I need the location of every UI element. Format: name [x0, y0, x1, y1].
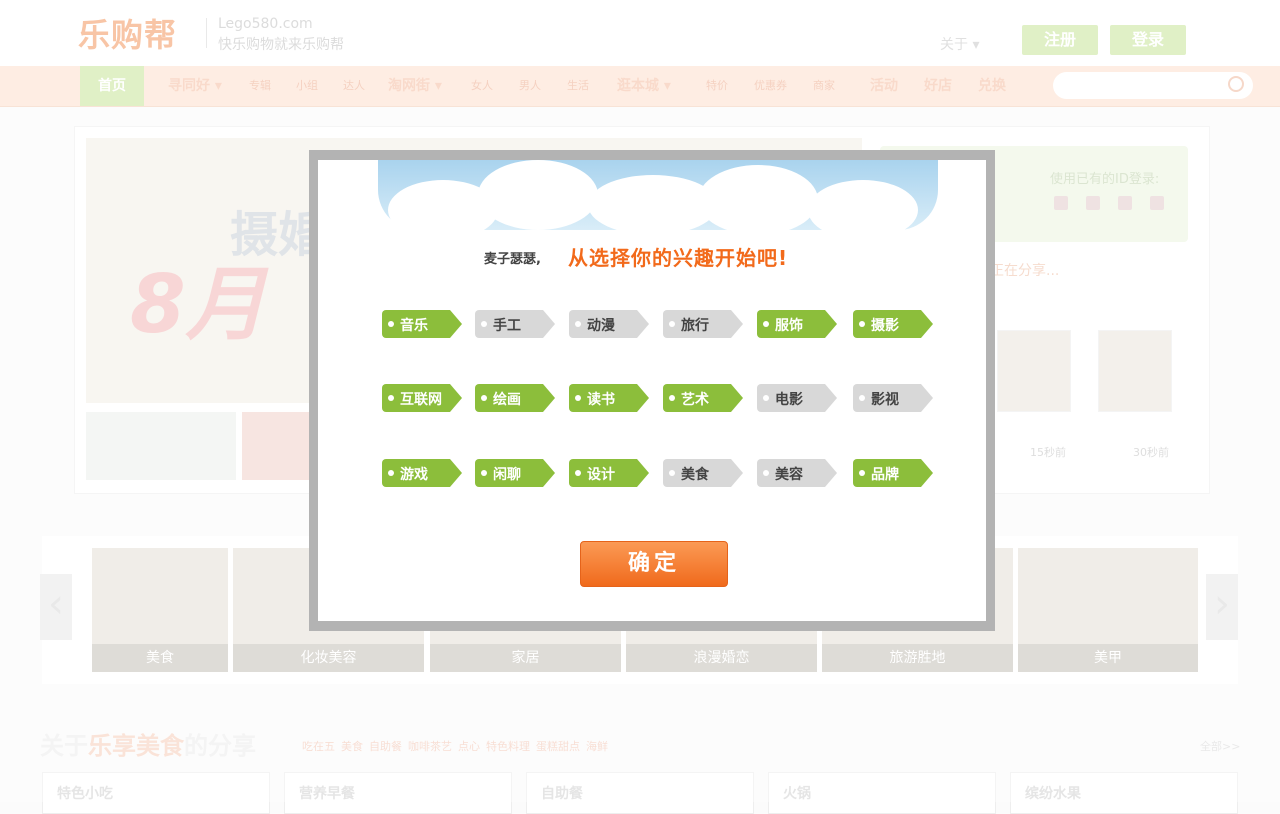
- interest-modal: 麦子瑟瑟, 从选择你的兴趣开始吧! 音乐 手工 动漫 旅行 服饰 摄影互联网 绘画 读书 艺术 电…: [318, 160, 986, 621]
- tag-arrow-icon: [731, 384, 743, 412]
- tag-dot-icon: [859, 321, 865, 327]
- tag-dot-icon: [669, 321, 675, 327]
- interest-tag[interactable]: 摄影: [853, 310, 933, 342]
- interest-tag-label: 手工: [493, 318, 521, 334]
- tag-arrow-icon: [731, 459, 743, 487]
- interest-tag[interactable]: 品牌: [853, 459, 933, 491]
- interest-tag-label: 服饰: [775, 318, 803, 334]
- interest-tag-label: 动漫: [587, 318, 615, 334]
- tag-dot-icon: [669, 395, 675, 401]
- tag-dot-icon: [669, 470, 675, 476]
- tag-dot-icon: [575, 470, 581, 476]
- tag-arrow-icon: [450, 384, 462, 412]
- interest-tag[interactable]: 互联网: [382, 384, 462, 416]
- tag-arrow-icon: [731, 310, 743, 338]
- tag-dot-icon: [481, 395, 487, 401]
- interest-tag[interactable]: 设计: [569, 459, 649, 491]
- greeting-name: 麦子瑟瑟,: [484, 252, 541, 267]
- interest-tag-label: 音乐: [400, 318, 428, 334]
- interest-tag[interactable]: 音乐: [382, 310, 462, 342]
- interest-tag[interactable]: 电影: [757, 384, 837, 416]
- tag-dot-icon: [575, 395, 581, 401]
- interest-tag-label: 摄影: [871, 318, 899, 334]
- greeting-message: 从选择你的兴趣开始吧!: [568, 246, 789, 270]
- tag-arrow-icon: [450, 310, 462, 338]
- interest-tag-label: 设计: [587, 467, 615, 483]
- interest-tag[interactable]: 绘画: [475, 384, 555, 416]
- tag-arrow-icon: [825, 459, 837, 487]
- tag-dot-icon: [763, 470, 769, 476]
- tag-arrow-icon: [825, 384, 837, 412]
- tag-arrow-icon: [637, 310, 649, 338]
- interest-tag-label: 品牌: [871, 467, 899, 483]
- tag-dot-icon: [859, 470, 865, 476]
- interest-tag[interactable]: 动漫: [569, 310, 649, 342]
- interest-tag-label: 读书: [587, 392, 615, 408]
- interest-tag-label: 影视: [871, 392, 899, 408]
- tag-arrow-icon: [921, 384, 933, 412]
- interest-tag-label: 电影: [775, 392, 803, 408]
- interest-tag[interactable]: 影视: [853, 384, 933, 416]
- interest-tag[interactable]: 旅行: [663, 310, 743, 342]
- tag-dot-icon: [763, 321, 769, 327]
- interest-tag[interactable]: 读书: [569, 384, 649, 416]
- tag-arrow-icon: [543, 459, 555, 487]
- interest-tag[interactable]: 服饰: [757, 310, 837, 342]
- tag-dot-icon: [388, 321, 394, 327]
- tag-arrow-icon: [637, 459, 649, 487]
- interest-tag-label: 闲聊: [493, 467, 521, 483]
- tag-dot-icon: [575, 321, 581, 327]
- interest-tag[interactable]: 艺术: [663, 384, 743, 416]
- tag-arrow-icon: [450, 459, 462, 487]
- interest-tag[interactable]: 美容: [757, 459, 837, 491]
- tag-dot-icon: [481, 321, 487, 327]
- interest-tag-label: 互联网: [400, 392, 442, 408]
- tag-dot-icon: [481, 470, 487, 476]
- confirm-button[interactable]: 确定: [580, 541, 728, 587]
- interest-tag-label: 艺术: [681, 392, 709, 408]
- interest-tag-label: 美食: [681, 467, 709, 483]
- tag-dot-icon: [388, 395, 394, 401]
- tag-arrow-icon: [825, 310, 837, 338]
- tag-arrow-icon: [921, 459, 933, 487]
- tag-arrow-icon: [921, 310, 933, 338]
- tag-arrow-icon: [637, 384, 649, 412]
- interest-tag-label: 绘画: [493, 392, 521, 408]
- interest-tag[interactable]: 闲聊: [475, 459, 555, 491]
- interest-tag[interactable]: 美食: [663, 459, 743, 491]
- interest-tag-label: 旅行: [681, 318, 709, 334]
- interest-tag[interactable]: 手工: [475, 310, 555, 342]
- tag-dot-icon: [763, 395, 769, 401]
- cloud-decoration: [698, 165, 818, 235]
- tag-dot-icon: [388, 470, 394, 476]
- tag-arrow-icon: [543, 384, 555, 412]
- cloud-decoration: [478, 160, 598, 230]
- interest-tag-label: 游戏: [400, 467, 428, 483]
- interest-tag[interactable]: 游戏: [382, 459, 462, 491]
- tag-dot-icon: [859, 395, 865, 401]
- interest-tag-label: 美容: [775, 467, 803, 483]
- cloud-decoration: [808, 180, 918, 240]
- tag-arrow-icon: [543, 310, 555, 338]
